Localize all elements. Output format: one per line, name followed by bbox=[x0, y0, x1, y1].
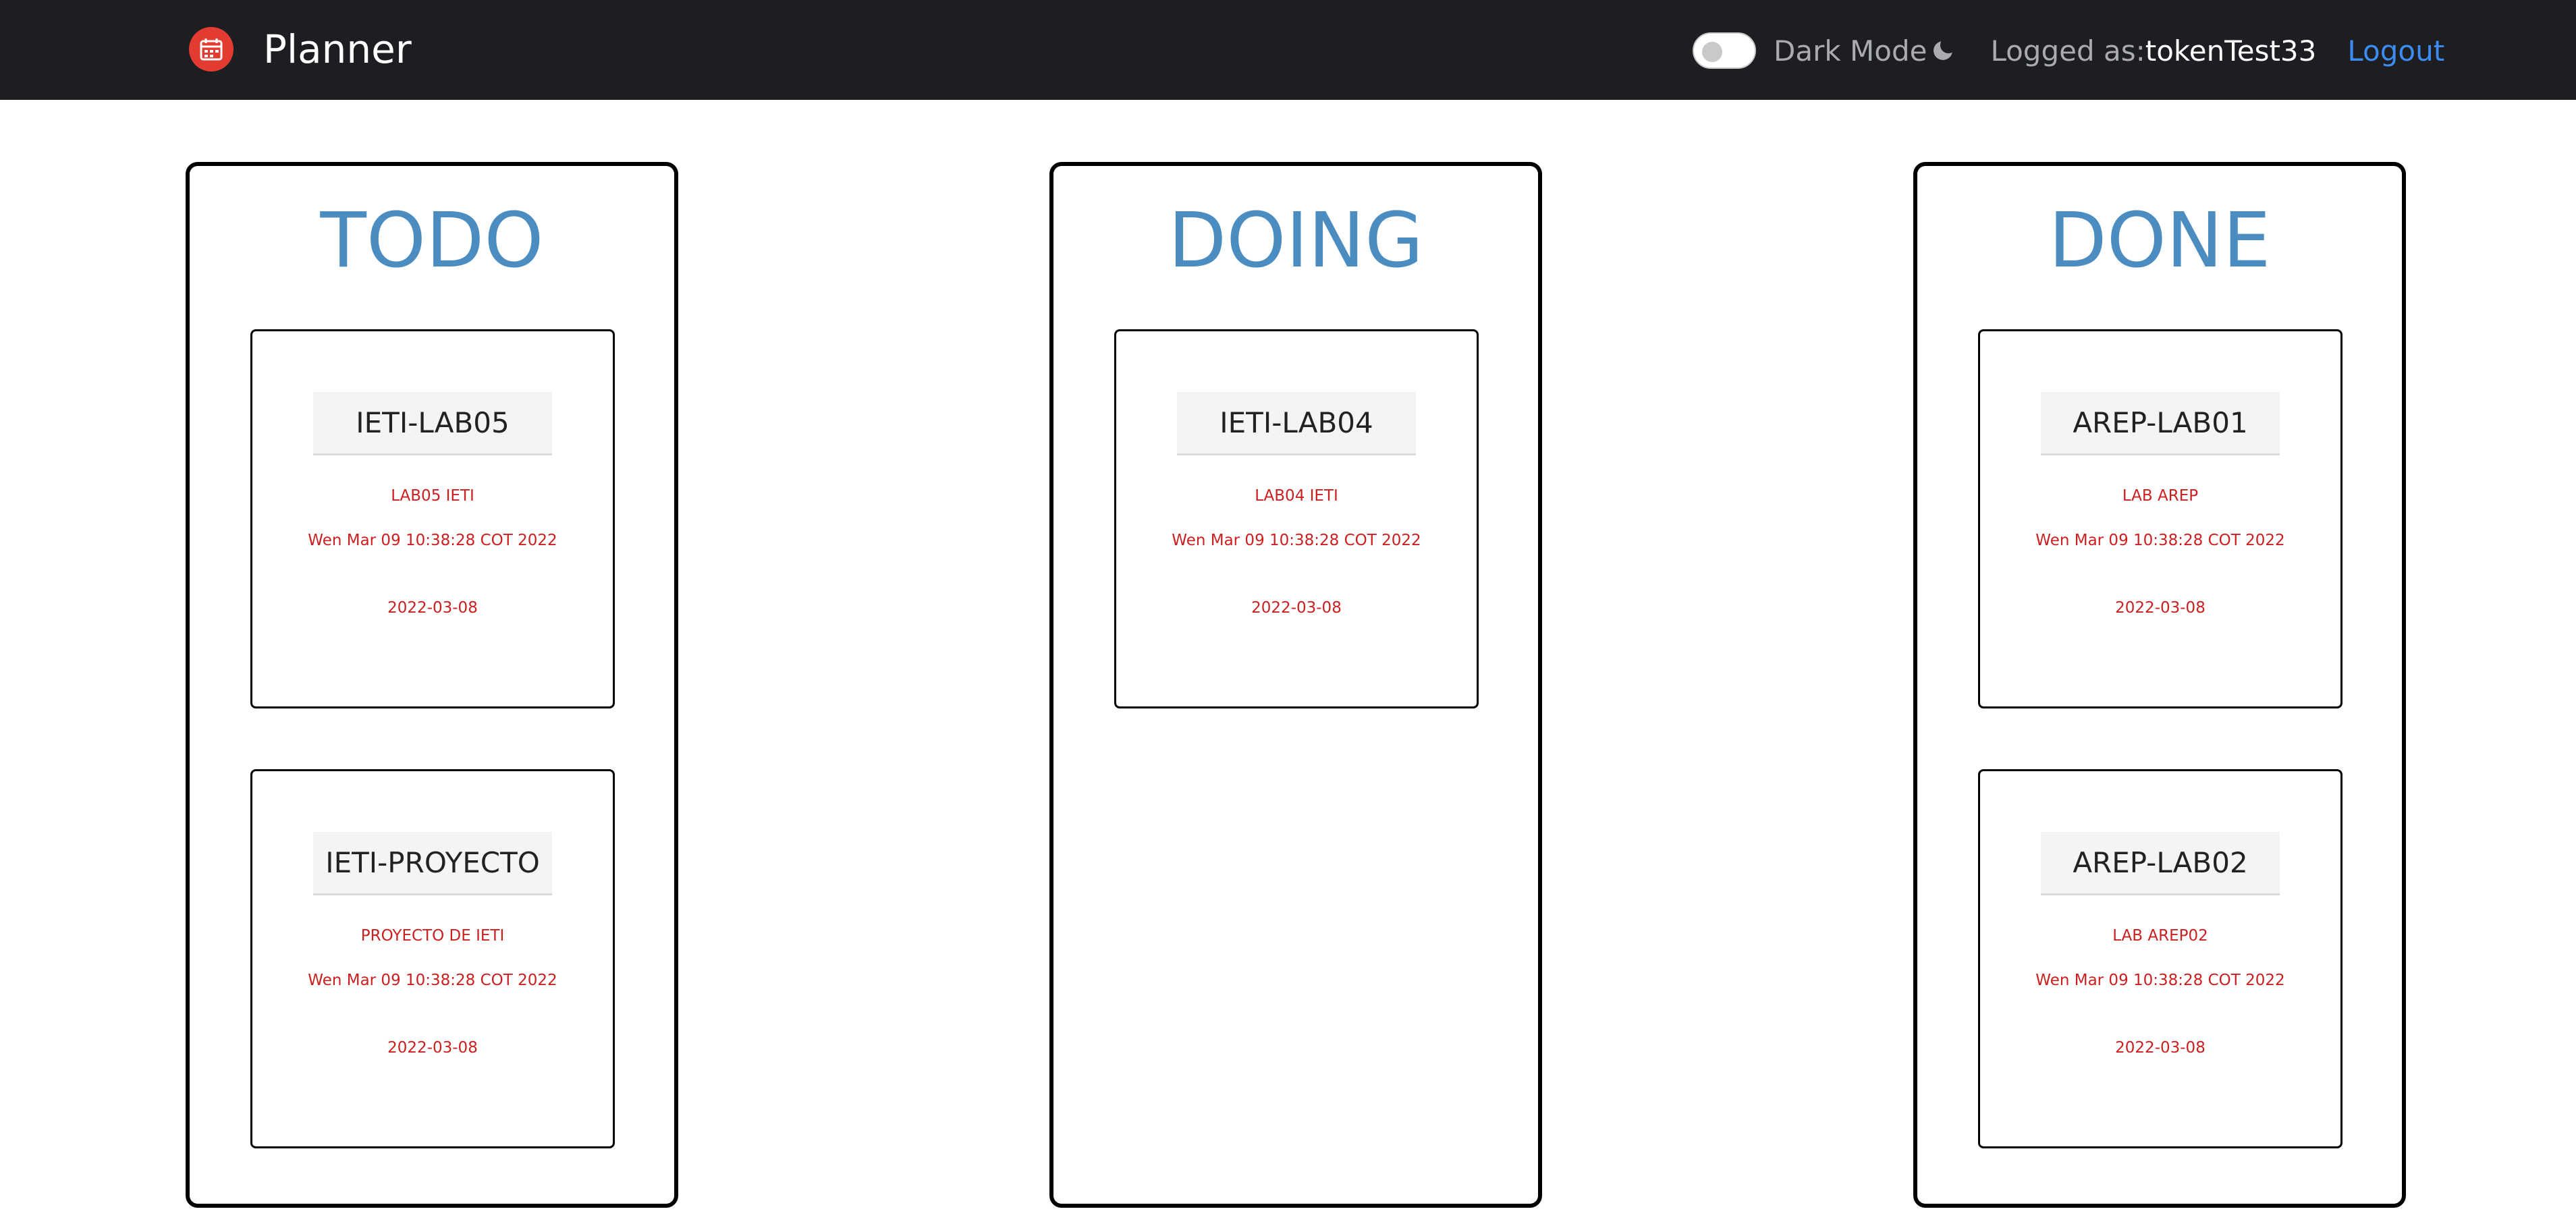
moon-icon bbox=[1931, 38, 1956, 63]
nav-right: Dark Mode Logged as: tokenTest33 Logout bbox=[1693, 27, 2444, 74]
column-todo: TODO IETI-LAB05 LAB05 IETI Wen Mar 09 10… bbox=[186, 162, 678, 1208]
task-card[interactable]: IETI-PROYECTO PROYECTO DE IETI Wen Mar 0… bbox=[250, 769, 615, 1148]
column-title: DOING bbox=[1168, 197, 1423, 285]
username: tokenTest33 bbox=[2145, 34, 2317, 67]
task-due-date: 2022-03-08 bbox=[2115, 1039, 2205, 1057]
task-description: LAB AREP02 bbox=[2112, 927, 2208, 945]
toggle-knob bbox=[1702, 42, 1722, 62]
brand[interactable]: Planner bbox=[189, 27, 412, 72]
task-card[interactable]: AREP-LAB01 LAB AREP Wen Mar 09 10:38:28 … bbox=[1978, 329, 2342, 708]
task-description: LAB05 IETI bbox=[391, 487, 474, 505]
logout-link[interactable]: Logout bbox=[2347, 34, 2444, 67]
task-description: LAB04 IETI bbox=[1255, 487, 1338, 505]
task-created-date: Wen Mar 09 10:38:28 COT 2022 bbox=[2035, 532, 2285, 549]
column-done: DONE AREP-LAB01 LAB AREP Wen Mar 09 10:3… bbox=[1913, 162, 2406, 1208]
task-name: AREP-LAB02 bbox=[2041, 832, 2280, 895]
planner-calendar-icon bbox=[189, 27, 234, 72]
column-doing: DOING IETI-LAB04 LAB04 IETI Wen Mar 09 1… bbox=[1049, 162, 1542, 1208]
task-name: IETI-LAB05 bbox=[313, 392, 552, 455]
column-title: DONE bbox=[2048, 197, 2271, 285]
task-card[interactable]: IETI-LAB04 LAB04 IETI Wen Mar 09 10:38:2… bbox=[1114, 329, 1479, 708]
dark-mode-label: Dark Mode bbox=[1774, 34, 1927, 67]
task-created-date: Wen Mar 09 10:38:28 COT 2022 bbox=[308, 532, 557, 549]
task-card[interactable]: AREP-LAB02 LAB AREP02 Wen Mar 09 10:38:2… bbox=[1978, 769, 2342, 1148]
task-due-date: 2022-03-08 bbox=[387, 599, 478, 617]
task-created-date: Wen Mar 09 10:38:28 COT 2022 bbox=[2035, 972, 2285, 989]
task-name: AREP-LAB01 bbox=[2041, 392, 2280, 455]
task-due-date: 2022-03-08 bbox=[387, 1039, 478, 1057]
task-due-date: 2022-03-08 bbox=[2115, 599, 2205, 617]
task-description: LAB AREP bbox=[2122, 487, 2199, 505]
task-created-date: Wen Mar 09 10:38:28 COT 2022 bbox=[308, 972, 557, 989]
navbar: Planner Dark Mode Logged as: tokenTest33… bbox=[0, 0, 2576, 100]
task-card[interactable]: IETI-LAB05 LAB05 IETI Wen Mar 09 10:38:2… bbox=[250, 329, 615, 708]
task-due-date: 2022-03-08 bbox=[1251, 599, 1342, 617]
brand-name[interactable]: Planner bbox=[263, 27, 412, 72]
task-name: IETI-LAB04 bbox=[1177, 392, 1416, 455]
dark-mode-toggle[interactable] bbox=[1693, 32, 1756, 69]
task-name: IETI-PROYECTO bbox=[313, 832, 552, 895]
column-title: TODO bbox=[320, 197, 544, 285]
task-description: PROYECTO DE IETI bbox=[360, 927, 505, 945]
logged-as-label: Logged as: bbox=[1990, 34, 2145, 67]
task-created-date: Wen Mar 09 10:38:28 COT 2022 bbox=[1172, 532, 1421, 549]
